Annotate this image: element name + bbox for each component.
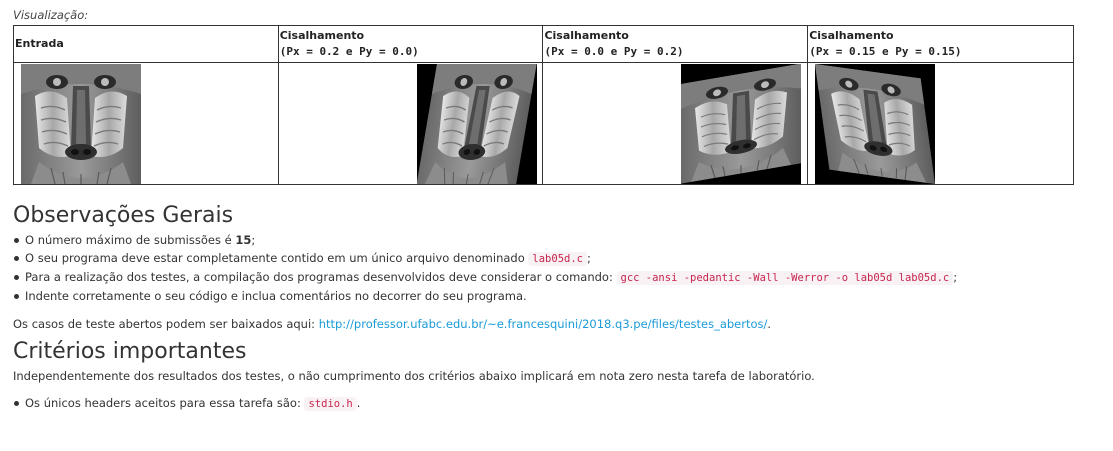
mandrill-shear-y-image <box>681 64 802 184</box>
mandrill-shear-x-image <box>416 64 537 184</box>
list-item: Para a realização dos testes, a compilaç… <box>13 268 1100 287</box>
list-item: Os únicos headers aceitos para essa tare… <box>13 394 1100 413</box>
column-params: (Px = 0.15 e Py = 0.15) <box>809 45 962 58</box>
visualization-table: Entrada Cisalhamento (Px = 0.2 e Py = 0.… <box>13 25 1074 185</box>
mandrill-shear-xy-image <box>815 64 936 184</box>
image-cell-entrada <box>13 62 279 185</box>
column-title: Cisalhamento <box>809 29 894 42</box>
column-title: Cisalhamento <box>279 29 365 42</box>
header-code: stdio.h <box>304 397 357 411</box>
item-text: Os únicos headers aceitos para essa tare… <box>25 396 305 410</box>
list-item: Indente corretamente o seu código e incl… <box>13 287 1100 305</box>
compile-command-code: gcc -ansi -pedantic -Wall -Werror -o lab… <box>616 271 954 285</box>
criterios-list: Os únicos headers aceitos para essa tare… <box>13 394 1100 413</box>
criterios-heading: Critérios importantes <box>13 339 247 364</box>
column-title: Cisalhamento <box>544 29 629 42</box>
item-suffix: ; <box>251 233 256 247</box>
item-text: Indente corretamente o seu código e incl… <box>25 289 527 303</box>
observacoes-heading: Observações Gerais <box>13 203 234 228</box>
item-text: O número máximo de submissões é <box>25 233 236 247</box>
max-submissions: 15 <box>235 233 252 247</box>
filename-code: lab05d.c <box>528 252 587 266</box>
item-suffix: . <box>356 396 361 410</box>
testcases-link[interactable]: http://professor.ufabc.edu.br/~e.frances… <box>319 317 768 331</box>
testcases-suffix: . <box>767 317 772 331</box>
item-text: Para a realização dos testes, a compilaç… <box>25 270 617 284</box>
header-cell-shear-y: Cisalhamento (Px = 0.0 e Py = 0.2) <box>542 25 809 63</box>
list-item: O seu programa deve estar completamente … <box>13 249 1100 268</box>
item-suffix: ; <box>953 270 958 284</box>
item-text: O seu programa deve estar completamente … <box>25 251 529 265</box>
image-cell-shear-y <box>542 62 809 185</box>
column-params: (Px = 0.2 e Py = 0.0) <box>279 45 419 58</box>
page: Visualização: Entrada Cisalhamento (Px =… <box>0 0 1113 413</box>
list-item: O número máximo de submissões é 15; <box>13 231 1100 249</box>
header-cell-entrada: Entrada <box>13 25 279 63</box>
testcases-paragraph: Os casos de teste abertos podem ser baix… <box>13 315 1100 333</box>
column-params: (Px = 0.0 e Py = 0.2) <box>544 45 684 58</box>
observacoes-list: O número máximo de submissões é 15; O se… <box>13 231 1100 305</box>
item-suffix: ; <box>586 251 591 265</box>
visualization-label: Visualização: <box>13 8 89 22</box>
mandrill-input-image <box>21 64 141 184</box>
testcases-text: Os casos de teste abertos podem ser baix… <box>13 317 319 331</box>
column-title: Entrada <box>15 37 64 50</box>
image-cell-shear-x <box>277 62 544 185</box>
header-cell-shear-x: Cisalhamento (Px = 0.2 e Py = 0.0) <box>277 25 544 63</box>
criterios-intro: Independentemente dos resultados dos tes… <box>13 369 815 383</box>
table-header-row: Entrada Cisalhamento (Px = 0.2 e Py = 0.… <box>13 25 1074 63</box>
image-cell-shear-xy <box>807 62 1074 185</box>
header-cell-shear-xy: Cisalhamento (Px = 0.15 e Py = 0.15) <box>807 25 1074 63</box>
table-image-row <box>13 62 1074 185</box>
